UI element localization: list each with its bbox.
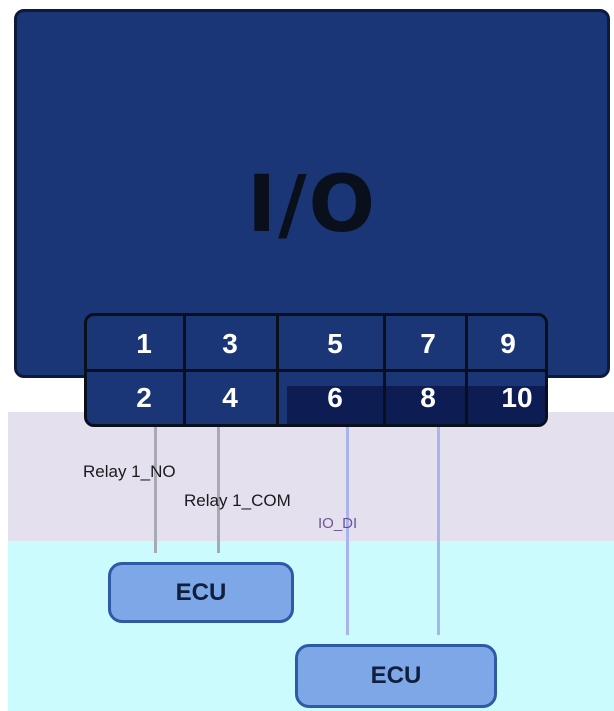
terminal-pin-5: 5 [327,328,343,359]
label-relay-com: Relay 1_COM [184,491,291,510]
ecu-box-1: ECU [108,562,294,623]
wire-pin-8 [437,427,440,635]
terminal-row-divider [87,369,545,372]
terminal-pin-7: 7 [420,328,436,359]
terminal-col-divider [183,316,186,424]
io-title: I/O [247,160,377,250]
terminal-pin-9: 9 [500,328,516,359]
terminal-pin-4: 4 [222,382,238,413]
terminal-pin-8: 8 [420,382,436,413]
terminal-pin-3: 3 [222,328,238,359]
wire-pin-2 [154,427,157,553]
terminal-pin-10: 10 [501,382,533,413]
terminal-col-divider [465,316,468,424]
label-relay-no: Relay 1_NO [83,462,176,481]
wire-pin-4 [217,427,220,553]
terminal-pin-6: 6 [327,382,343,413]
terminal-pin-1: 1 [136,328,152,359]
terminal-col-divider [276,316,279,424]
terminal-col-divider [383,316,386,424]
terminal-pin-2: 2 [136,382,152,413]
terminal-block: 1 3 5 7 9 2 4 6 8 10 [84,313,548,427]
label-garbled: IO_DI [318,515,358,532]
ecu-box-2: ECU [295,644,497,708]
